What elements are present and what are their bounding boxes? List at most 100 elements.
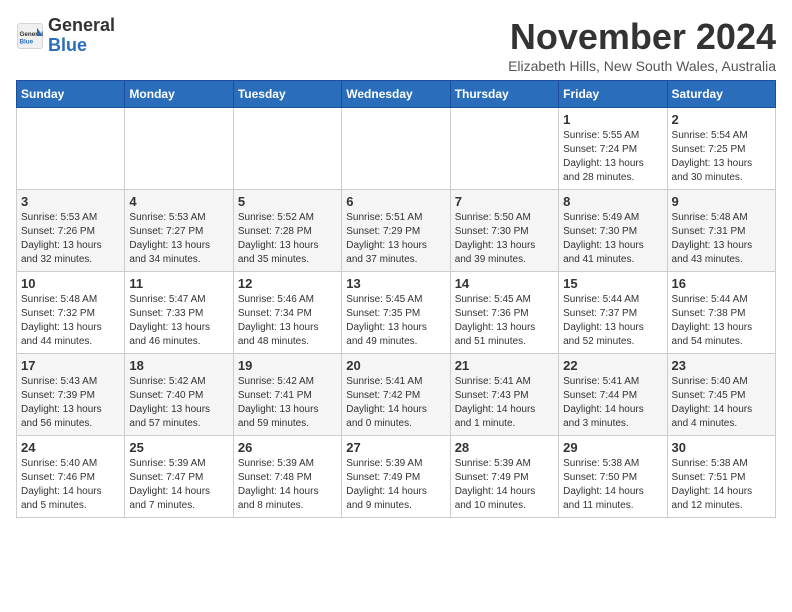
calendar-week-row: 17 Sunrise: 5:43 AM Sunset: 7:39 PM Dayli… <box>17 354 776 436</box>
calendar-cell: 30 Sunrise: 5:38 AM Sunset: 7:51 PM Dayli… <box>667 436 775 518</box>
calendar-week-row: 3 Sunrise: 5:53 AM Sunset: 7:26 PM Daylig… <box>17 190 776 272</box>
day-number: 19 <box>238 358 337 373</box>
calendar-cell <box>125 108 233 190</box>
calendar-cell: 6 Sunrise: 5:51 AM Sunset: 7:29 PM Daylig… <box>342 190 450 272</box>
day-info: Sunrise: 5:39 AM Sunset: 7:48 PM Dayligh… <box>238 457 337 513</box>
day-info: Sunrise: 5:39 AM Sunset: 7:47 PM Dayligh… <box>129 457 228 513</box>
day-info: Sunrise: 5:49 AM Sunset: 7:30 PM Dayligh… <box>563 211 662 267</box>
day-info: Sunrise: 5:42 AM Sunset: 7:40 PM Dayligh… <box>129 375 228 431</box>
calendar-cell: 4 Sunrise: 5:53 AM Sunset: 7:27 PM Daylig… <box>125 190 233 272</box>
calendar-cell <box>342 108 450 190</box>
day-info: Sunrise: 5:41 AM Sunset: 7:43 PM Dayligh… <box>455 375 554 431</box>
calendar-cell: 19Sunrise: 5:42 AM Sunset: 7:41 PM Dayli… <box>233 354 341 436</box>
day-number: 26 <box>238 440 337 455</box>
day-info: Sunrise: 5:50 AM Sunset: 7:30 PM Dayligh… <box>455 211 554 267</box>
calendar-day-header: Thursday <box>450 81 558 108</box>
day-info: Sunrise: 5:40 AM Sunset: 7:45 PM Dayligh… <box>672 375 771 431</box>
day-info: Sunrise: 5:53 AM Sunset: 7:26 PM Dayligh… <box>21 211 120 267</box>
day-number: 10 <box>21 276 120 291</box>
day-info: Sunrise: 5:51 AM Sunset: 7:29 PM Dayligh… <box>346 211 445 267</box>
day-number: 13 <box>346 276 445 291</box>
day-number: 24 <box>21 440 120 455</box>
month-title: November 2024 <box>508 16 776 58</box>
day-info: Sunrise: 5:38 AM Sunset: 7:51 PM Dayligh… <box>672 457 771 513</box>
day-number: 15 <box>563 276 662 291</box>
day-info: Sunrise: 5:39 AM Sunset: 7:49 PM Dayligh… <box>455 457 554 513</box>
header: General Blue General Blue November 2024 … <box>16 16 776 74</box>
day-info: Sunrise: 5:43 AM Sunset: 7:39 PM Dayligh… <box>21 375 120 431</box>
day-number: 21 <box>455 358 554 373</box>
day-number: 5 <box>238 194 337 209</box>
day-info: Sunrise: 5:48 AM Sunset: 7:31 PM Dayligh… <box>672 211 771 267</box>
day-number: 4 <box>129 194 228 209</box>
calendar-cell: 29Sunrise: 5:38 AM Sunset: 7:50 PM Dayli… <box>559 436 667 518</box>
calendar-cell: 1 Sunrise: 5:55 AM Sunset: 7:24 PM Daylig… <box>559 108 667 190</box>
day-number: 7 <box>455 194 554 209</box>
calendar-cell: 8Sunrise: 5:49 AM Sunset: 7:30 PM Daylig… <box>559 190 667 272</box>
calendar-cell: 22 Sunrise: 5:41 AM Sunset: 7:44 PM Dayli… <box>559 354 667 436</box>
day-number: 22 <box>563 358 662 373</box>
calendar-day-header: Sunday <box>17 81 125 108</box>
calendar-table: SundayMondayTuesdayWednesdayThursdayFrid… <box>16 80 776 518</box>
calendar-day-header: Friday <box>559 81 667 108</box>
calendar-cell: 28 Sunrise: 5:39 AM Sunset: 7:49 PM Dayli… <box>450 436 558 518</box>
day-info: Sunrise: 5:54 AM Sunset: 7:25 PM Dayligh… <box>672 129 771 185</box>
day-number: 28 <box>455 440 554 455</box>
calendar-day-header: Saturday <box>667 81 775 108</box>
calendar-cell: 3 Sunrise: 5:53 AM Sunset: 7:26 PM Daylig… <box>17 190 125 272</box>
day-info: Sunrise: 5:52 AM Sunset: 7:28 PM Dayligh… <box>238 211 337 267</box>
day-number: 9 <box>672 194 771 209</box>
day-number: 20 <box>346 358 445 373</box>
calendar-cell <box>17 108 125 190</box>
day-info: Sunrise: 5:39 AM Sunset: 7:49 PM Dayligh… <box>346 457 445 513</box>
calendar-cell: 17 Sunrise: 5:43 AM Sunset: 7:39 PM Dayli… <box>17 354 125 436</box>
calendar-cell: 9 Sunrise: 5:48 AM Sunset: 7:31 PM Daylig… <box>667 190 775 272</box>
svg-text:Blue: Blue <box>20 38 34 45</box>
calendar-cell: 26 Sunrise: 5:39 AM Sunset: 7:48 PM Dayli… <box>233 436 341 518</box>
calendar-cell: 12 Sunrise: 5:46 AM Sunset: 7:34 PM Dayli… <box>233 272 341 354</box>
logo-icon: General Blue <box>16 22 44 50</box>
day-info: Sunrise: 5:41 AM Sunset: 7:42 PM Dayligh… <box>346 375 445 431</box>
day-number: 25 <box>129 440 228 455</box>
day-info: Sunrise: 5:40 AM Sunset: 7:46 PM Dayligh… <box>21 457 120 513</box>
calendar-cell: 2Sunrise: 5:54 AM Sunset: 7:25 PM Daylig… <box>667 108 775 190</box>
day-info: Sunrise: 5:47 AM Sunset: 7:33 PM Dayligh… <box>129 293 228 349</box>
calendar-cell: 16 Sunrise: 5:44 AM Sunset: 7:38 PM Dayli… <box>667 272 775 354</box>
calendar-cell: 10Sunrise: 5:48 AM Sunset: 7:32 PM Dayli… <box>17 272 125 354</box>
calendar-cell: 27Sunrise: 5:39 AM Sunset: 7:49 PM Dayli… <box>342 436 450 518</box>
day-info: Sunrise: 5:41 AM Sunset: 7:44 PM Dayligh… <box>563 375 662 431</box>
calendar-cell: 15Sunrise: 5:44 AM Sunset: 7:37 PM Dayli… <box>559 272 667 354</box>
calendar-cell: 18 Sunrise: 5:42 AM Sunset: 7:40 PM Dayli… <box>125 354 233 436</box>
day-info: Sunrise: 5:44 AM Sunset: 7:38 PM Dayligh… <box>672 293 771 349</box>
day-number: 16 <box>672 276 771 291</box>
day-number: 17 <box>21 358 120 373</box>
logo-general-text: General <box>48 15 115 35</box>
day-number: 18 <box>129 358 228 373</box>
calendar-cell: 24 Sunrise: 5:40 AM Sunset: 7:46 PM Dayli… <box>17 436 125 518</box>
day-number: 30 <box>672 440 771 455</box>
title-block: November 2024 Elizabeth Hills, New South… <box>508 16 776 74</box>
calendar-cell: 25 Sunrise: 5:39 AM Sunset: 7:47 PM Dayli… <box>125 436 233 518</box>
calendar-cell: 14Sunrise: 5:45 AM Sunset: 7:36 PM Dayli… <box>450 272 558 354</box>
day-info: Sunrise: 5:38 AM Sunset: 7:50 PM Dayligh… <box>563 457 662 513</box>
calendar-cell: 11 Sunrise: 5:47 AM Sunset: 7:33 PM Dayli… <box>125 272 233 354</box>
calendar-cell: 13 Sunrise: 5:45 AM Sunset: 7:35 PM Dayli… <box>342 272 450 354</box>
day-number: 12 <box>238 276 337 291</box>
day-info: Sunrise: 5:45 AM Sunset: 7:35 PM Dayligh… <box>346 293 445 349</box>
day-number: 3 <box>21 194 120 209</box>
calendar-cell: 23Sunrise: 5:40 AM Sunset: 7:45 PM Dayli… <box>667 354 775 436</box>
day-info: Sunrise: 5:53 AM Sunset: 7:27 PM Dayligh… <box>129 211 228 267</box>
calendar-day-header: Tuesday <box>233 81 341 108</box>
day-number: 1 <box>563 112 662 127</box>
day-info: Sunrise: 5:55 AM Sunset: 7:24 PM Dayligh… <box>563 129 662 185</box>
calendar-cell: 7 Sunrise: 5:50 AM Sunset: 7:30 PM Daylig… <box>450 190 558 272</box>
day-number: 6 <box>346 194 445 209</box>
calendar-day-header: Wednesday <box>342 81 450 108</box>
day-number: 14 <box>455 276 554 291</box>
logo: General Blue General Blue <box>16 16 115 56</box>
calendar-cell: 5 Sunrise: 5:52 AM Sunset: 7:28 PM Daylig… <box>233 190 341 272</box>
day-info: Sunrise: 5:46 AM Sunset: 7:34 PM Dayligh… <box>238 293 337 349</box>
logo-blue-text: Blue <box>48 35 87 55</box>
day-number: 11 <box>129 276 228 291</box>
calendar-week-row: 10Sunrise: 5:48 AM Sunset: 7:32 PM Dayli… <box>17 272 776 354</box>
